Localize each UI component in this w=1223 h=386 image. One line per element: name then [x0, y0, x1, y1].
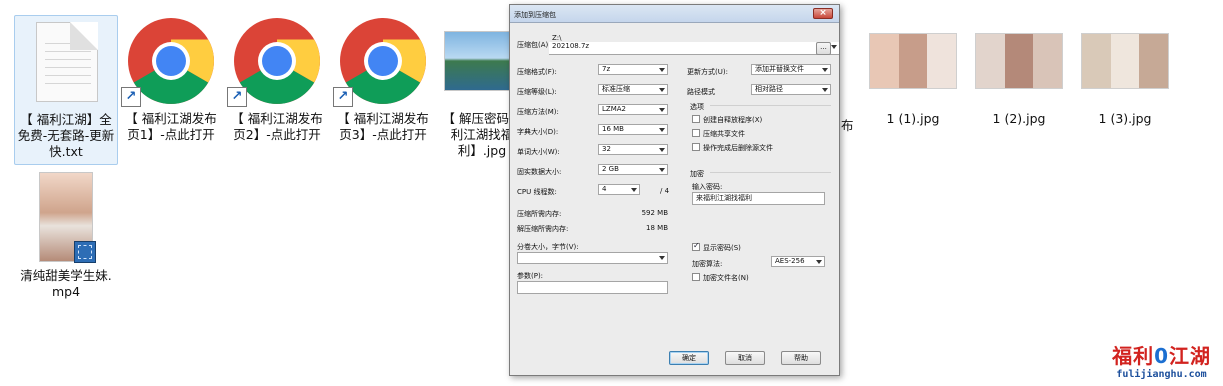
file-label: 1 (2).jpg [992, 111, 1046, 126]
level-label: 压缩等级(L): [517, 88, 557, 96]
file-shortcut-1[interactable]: ↗ 【 福利江湖发布页1】-点此打开 [119, 15, 223, 143]
archive-name: 202108.7z [552, 42, 590, 50]
format-select[interactable]: 7z [598, 64, 668, 75]
enc-names-checkbox[interactable]: 加密文件名(N) [692, 273, 749, 283]
shared-checkbox[interactable]: 压缩共享文件 [692, 129, 745, 139]
shortcut-arrow-icon: ↗ [227, 87, 247, 107]
dialog-title: 添加到压缩包 [514, 11, 556, 19]
file-label: 1 (3).jpg [1098, 111, 1152, 126]
image-thumbnail [967, 15, 1071, 107]
params-label: 参数(P): [517, 272, 544, 280]
solid-label: 固实数据大小: [517, 168, 562, 176]
watermark-logo: 福利0江湖 fulijianghu.com [1112, 344, 1211, 380]
file-shortcut-2[interactable]: ↗ 【 福利江湖发布页2】-点此打开 [225, 15, 329, 143]
browse-button[interactable]: ... [816, 42, 831, 55]
mem-comp-value: 592 MB [641, 209, 668, 217]
format-label: 压缩格式(F): [517, 68, 557, 76]
ok-button[interactable]: 确定 [669, 351, 709, 365]
archive-label: 压缩包(A) [517, 41, 549, 49]
split-select[interactable] [517, 252, 668, 264]
file-label: 【 福利江湖发布页1】-点此打开 [125, 111, 217, 142]
file-jpg-2[interactable]: 1 (2).jpg [967, 15, 1071, 127]
image-thumbnail [1073, 15, 1177, 107]
solid-select[interactable]: 2 GB [598, 164, 668, 175]
text-file-icon [15, 16, 119, 108]
show-password-checkbox[interactable]: 显示密码(S) [692, 241, 741, 253]
update-select[interactable]: 添加并替换文件 [751, 64, 831, 75]
video-film-icon [74, 241, 96, 263]
file-label: 1 (1).jpg [886, 111, 940, 126]
method-label: 压缩方法(M): [517, 108, 559, 116]
mem-comp-label: 压缩所需内存: [517, 210, 562, 218]
split-label: 分卷大小，字节(V): [517, 243, 579, 251]
dict-label: 字典大小(D): [517, 128, 559, 136]
word-select[interactable]: 32 [598, 144, 668, 155]
method-select[interactable]: LZMA2 [598, 104, 668, 115]
mem-decomp-value: 18 MB [646, 224, 668, 232]
level-select[interactable]: 标准压缩 [598, 84, 668, 95]
cpu-select[interactable]: 4 [598, 184, 640, 195]
delete-checkbox[interactable]: 操作完成后删除源文件 [692, 143, 773, 153]
file-jpg-3[interactable]: 1 (3).jpg [1073, 15, 1177, 127]
cpu-label: CPU 线程数: [517, 188, 557, 196]
enc-method-label: 加密算法: [692, 260, 723, 268]
cpu-total: / 4 [660, 187, 670, 195]
chrome-icon: ↗ [331, 15, 435, 107]
password-input[interactable]: 来福利江湖找福利 [692, 192, 825, 205]
file-label: 【 福利江湖】全免费-无套路-更新快.txt [17, 112, 115, 159]
file-shortcut-3[interactable]: ↗ 【 福利江湖发布页3】-点此打开 [331, 15, 435, 143]
options-title: 选项 [690, 103, 704, 111]
cancel-button[interactable]: 取消 [725, 351, 765, 365]
close-button[interactable]: × [813, 8, 833, 19]
update-label: 更新方式(U): [687, 68, 728, 76]
params-input[interactable] [517, 281, 668, 294]
add-to-archive-dialog[interactable]: 添加到压缩包 × Z:\ 压缩包(A) 202108.7z ... 压缩格式(F… [509, 4, 840, 376]
archive-name-field[interactable]: 202108.7z [549, 42, 839, 55]
file-txt[interactable]: 【 福利江湖】全免费-无套路-更新快.txt [14, 15, 118, 165]
file-label: 【 福利江湖发布页2】-点此打开 [231, 111, 323, 142]
image-thumbnail [861, 15, 965, 107]
hidden-label-fragment: 布 [841, 118, 854, 133]
watermark-url: fulijianghu.com [1116, 369, 1207, 380]
file-mp4[interactable]: 清纯甜美学生妹.mp4 [14, 170, 118, 300]
archive-path-hint: Z:\ [552, 34, 562, 42]
file-label: 【 福利江湖发布页3】-点此打开 [337, 111, 429, 142]
shortcut-arrow-icon: ↗ [333, 87, 353, 107]
chrome-icon: ↗ [119, 15, 223, 107]
password-label: 输入密码: [692, 183, 723, 191]
sfx-checkbox[interactable]: 创建自释放程序(X) [692, 115, 762, 125]
chrome-icon: ↗ [225, 15, 329, 107]
encrypt-title: 加密 [690, 170, 704, 178]
mem-decomp-label: 解压缩所需内存: [517, 225, 569, 233]
file-label: 清纯甜美学生妹.mp4 [20, 268, 112, 299]
encrypt-divider [710, 172, 831, 173]
file-jpg-1[interactable]: 1 (1).jpg [861, 15, 965, 127]
word-label: 单词大小(W): [517, 148, 560, 156]
dict-select[interactable]: 16 MB [598, 124, 668, 135]
dialog-titlebar[interactable]: 添加到压缩包 × [510, 5, 839, 23]
options-divider [710, 105, 831, 106]
help-button[interactable]: 帮助 [781, 351, 821, 365]
video-thumbnail [14, 170, 118, 264]
enc-method-select[interactable]: AES-256 [771, 256, 825, 267]
path-select[interactable]: 相对路径 [751, 84, 831, 95]
path-label: 路径模式 [687, 88, 715, 96]
shortcut-arrow-icon: ↗ [121, 87, 141, 107]
